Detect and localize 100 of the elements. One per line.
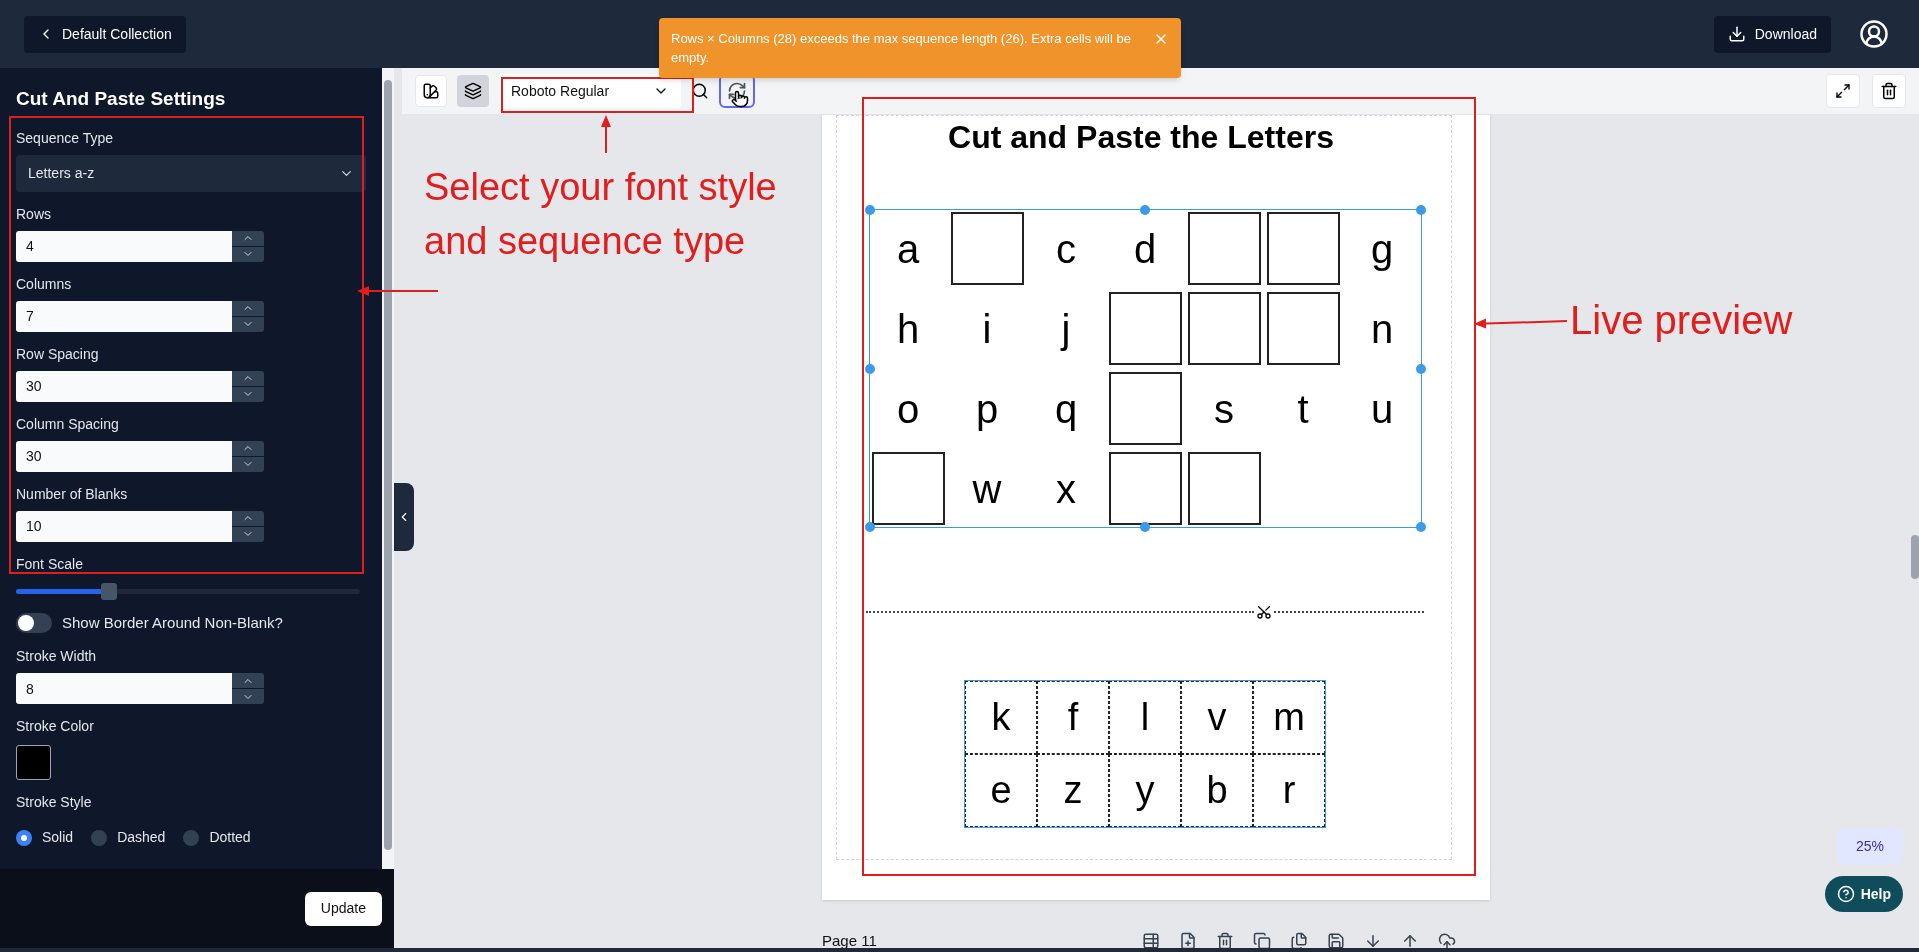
cloud-upload-icon[interactable] [1438, 932, 1456, 950]
number-field[interactable]: 4 [16, 230, 232, 262]
number-field[interactable]: 8 [16, 673, 232, 704]
annotation-text: Select your font style and sequence type [424, 165, 778, 264]
decrement-button[interactable] [232, 689, 264, 704]
toast-message: Rows × Columns (28) exceeds the max sequence length (26). Extra cells will be empty. [671, 30, 1132, 67]
annotation-arrow [601, 115, 611, 154]
number-field[interactable]: 7 [16, 300, 232, 332]
radio-button[interactable] [183, 829, 200, 846]
resize-handle[interactable] [1140, 205, 1150, 215]
arrow-down-icon[interactable] [1364, 932, 1382, 950]
increment-button[interactable] [232, 440, 264, 456]
cut-out-letter: e [965, 754, 1037, 827]
field-label: Column Spacing [16, 414, 120, 434]
number-field[interactable]: 30 [16, 370, 232, 402]
number-field[interactable]: 30 [16, 440, 232, 472]
cut-out-letter: v [1181, 681, 1253, 754]
letter: c [1055, 225, 1077, 273]
toggle-label: Show Border Around Non-Blank? [62, 612, 283, 633]
swatch-book-button[interactable] [415, 75, 447, 107]
cut-out-letter: z [1037, 754, 1109, 827]
slider-thumb[interactable] [100, 582, 117, 600]
cut-out-letter: m [1253, 681, 1325, 754]
letter: d [1132, 225, 1158, 273]
update-button[interactable]: Update [304, 891, 382, 926]
letter: u [1369, 385, 1395, 433]
layers-button[interactable] [457, 75, 489, 107]
cut-out-letter: k [965, 681, 1037, 754]
increment-button[interactable] [232, 300, 264, 316]
help-icon [1836, 885, 1855, 903]
page-label: Page 11 [822, 930, 878, 951]
decrement-button[interactable] [232, 526, 264, 542]
collapse-panel-button[interactable] [394, 483, 414, 551]
radio-label: Solid [42, 828, 74, 847]
increment-button[interactable] [232, 510, 264, 526]
field-label: Stroke Style [16, 793, 93, 812]
field-label: Stroke Width [16, 647, 98, 666]
field-label: Sequence Type [16, 128, 115, 148]
annotation-text: Live preview [1570, 297, 1793, 344]
field-label: Columns [16, 274, 73, 294]
decrement-button[interactable] [232, 386, 264, 402]
resize-handle[interactable] [1415, 522, 1426, 532]
resize-handle[interactable] [1140, 522, 1150, 532]
field-label: Stroke Color [16, 717, 95, 736]
cut-out-letter: r [1253, 754, 1325, 827]
layers-icon [464, 82, 482, 100]
increment-button[interactable] [232, 230, 264, 246]
resize-handle[interactable] [864, 363, 875, 374]
refresh-icon [727, 81, 747, 101]
trash-icon [1880, 82, 1898, 100]
resize-handle[interactable] [864, 522, 875, 532]
letter: s [1213, 385, 1235, 433]
fullscreen-button[interactable] [1826, 74, 1860, 108]
cut-out-letter: b [1181, 754, 1253, 827]
field-label: Number of Blanks [16, 484, 129, 504]
help-button[interactable]: Help [1824, 876, 1903, 912]
files-icon[interactable] [1290, 932, 1308, 950]
copy-icon[interactable] [1253, 932, 1271, 950]
download-icon [1727, 25, 1746, 43]
cut-out-letter: l [1109, 681, 1181, 754]
increment-button[interactable] [232, 370, 264, 386]
expand-icon [1835, 83, 1851, 99]
download-button[interactable]: Download [1713, 15, 1831, 53]
decrement-button[interactable] [232, 456, 264, 472]
decrement-button[interactable] [232, 246, 264, 262]
resize-handle[interactable] [1415, 363, 1426, 374]
radio-button[interactable] [16, 829, 32, 846]
zoom-level[interactable]: 25% [1837, 828, 1903, 864]
letter: i [981, 305, 993, 353]
hand-cursor-icon [731, 90, 749, 108]
panel-title: Cut And Paste Settings [16, 87, 227, 111]
number-field[interactable]: 10 [16, 510, 232, 542]
letter: x [1055, 465, 1077, 513]
font-select[interactable]: Roboto Regular [499, 74, 681, 108]
letter: g [1369, 225, 1395, 273]
letter: h [895, 305, 921, 353]
letter: a [895, 225, 921, 273]
increment-button[interactable] [232, 673, 264, 688]
delete-button[interactable] [1872, 74, 1906, 108]
letter: p [974, 385, 1000, 433]
scissors-icon [1256, 604, 1272, 620]
radio-label: Dashed [117, 828, 166, 847]
sequence-type-select[interactable]: Letters a-z [16, 154, 366, 192]
swatch-book-icon [422, 82, 440, 100]
save-icon[interactable] [1327, 932, 1345, 950]
decrement-button[interactable] [232, 316, 264, 332]
field-label: Rows [16, 204, 52, 224]
search-icon[interactable] [691, 82, 709, 100]
color-swatch[interactable] [16, 745, 51, 780]
field-label: Row Spacing [16, 344, 100, 364]
add-page-icon[interactable] [1179, 932, 1197, 950]
user-profile-icon[interactable] [1859, 19, 1889, 49]
toggle-switch[interactable] [16, 612, 52, 633]
resize-handle[interactable] [864, 205, 875, 215]
table-icon[interactable] [1142, 932, 1160, 950]
radio-button[interactable] [91, 829, 108, 846]
back-button[interactable]: Default Collection [24, 15, 186, 53]
resize-handle[interactable] [1415, 205, 1426, 215]
field-label: Font Scale [16, 554, 84, 574]
letter: n [1369, 305, 1395, 353]
